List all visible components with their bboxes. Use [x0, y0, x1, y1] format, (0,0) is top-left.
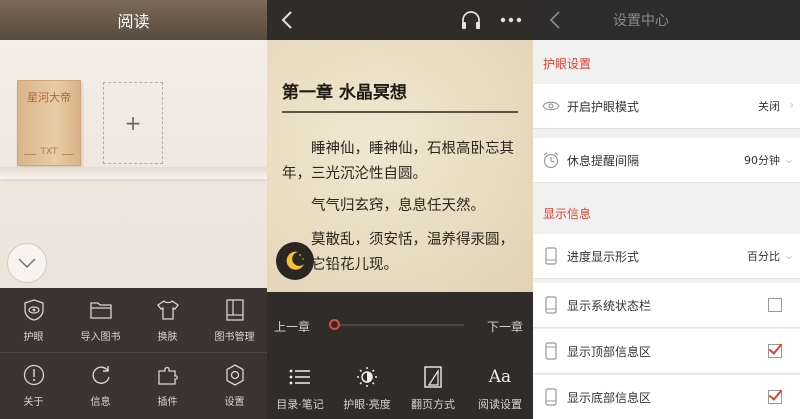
row-value: 关闭: [758, 100, 780, 113]
row-label: 显示顶部信息区: [567, 345, 652, 359]
prev-chapter-button[interactable]: 上一章: [274, 318, 310, 335]
menu-item-plugins[interactable]: 插件: [134, 353, 201, 417]
menu-item-book-manage[interactable]: 图书管理: [201, 288, 267, 352]
menu-item-skin[interactable]: 换肤: [134, 288, 201, 352]
night-mode-button[interactable]: [276, 242, 314, 280]
checkmark-icon: [768, 386, 783, 401]
menu-item-label: 导入图书: [80, 331, 121, 343]
toolbar-read-settings[interactable]: Aa 阅读设置: [467, 366, 533, 416]
row-show-bottom-info[interactable]: 显示底部信息区: [533, 375, 800, 419]
row-value: 百分比: [747, 250, 780, 263]
checkbox-bottom-info[interactable]: [768, 386, 783, 404]
paragraph: 莫散乱，须安恬，温养得汞圆，等待它铅花儿现。: [282, 232, 514, 273]
row-label: 进度显示形式: [567, 250, 640, 264]
settings-title: 设置中心: [613, 13, 669, 29]
add-book-button[interactable]: +: [103, 82, 163, 164]
info-circle-icon: [22, 363, 46, 387]
menu-item-info[interactable]: 信息: [67, 353, 134, 417]
paragraph: 睡神仙，睡神仙，石根高卧忘其年，三光沉沦性自圆。: [282, 141, 514, 182]
chevron-right-icon: ›: [789, 98, 794, 112]
row-show-top-info[interactable]: 显示顶部信息区: [533, 329, 800, 374]
menu-item-eye-protect[interactable]: 护眼: [0, 288, 67, 352]
eye-shield-icon: [22, 298, 46, 322]
book-type: TXT: [40, 147, 58, 157]
settings-panel: 设置中心 护眼设置 开启护眼模式 关闭 › 休息提醒间隔 90分钟 ⌄ 显示信息…: [533, 0, 800, 419]
list-icon: [288, 366, 312, 388]
chevron-down-icon: ⌄: [783, 248, 794, 262]
library-menu: 护眼 导入图书 换肤 图书管理 关于 信息 插件 设置: [0, 288, 267, 419]
row-label: 休息提醒间隔: [567, 154, 640, 168]
shelf-board: [0, 167, 267, 179]
toolbar-label: 翻页方式: [411, 398, 455, 411]
back-arrow-icon[interactable]: [549, 11, 561, 29]
menu-item-settings[interactable]: 设置: [201, 353, 267, 417]
checkmark-icon: [768, 340, 783, 355]
toolbar-label: 护眼·亮度: [343, 398, 391, 411]
phone-icon: [541, 341, 561, 361]
menu-item-label: 图书管理: [214, 331, 255, 343]
moon-icon: [286, 251, 304, 270]
menu-item-import[interactable]: 导入图书: [67, 288, 134, 352]
checkbox-top-info[interactable]: [768, 340, 783, 358]
row-label: 开启护眼模式: [567, 100, 640, 114]
chapter-title: 第一章 水晶冥想: [282, 83, 407, 103]
menu-item-about[interactable]: 关于: [0, 353, 67, 417]
next-chapter-button[interactable]: 下一章: [487, 318, 523, 335]
phone-icon: [541, 295, 561, 315]
menu-item-label: 关于: [23, 396, 44, 408]
phone-icon: [541, 246, 561, 266]
chapter-title-rule: [282, 111, 518, 113]
eye-icon: [541, 96, 561, 116]
back-arrow-icon[interactable]: [281, 11, 293, 29]
alarm-clock-icon: [541, 150, 561, 170]
toolbar-page-turn[interactable]: 翻页方式: [400, 366, 466, 416]
menu-item-label: 设置: [224, 396, 245, 408]
brightness-icon: [355, 366, 379, 388]
reader-top-bar: [267, 0, 533, 40]
row-label: 显示底部信息区: [567, 391, 652, 405]
plus-icon: +: [124, 111, 142, 135]
row-eye-mode[interactable]: 开启护眼模式 关闭 ›: [533, 84, 800, 129]
book-title: 星河大帝: [27, 91, 71, 104]
menu-item-label: 插件: [157, 396, 178, 408]
row-progress-format[interactable]: 进度显示形式 百分比 ⌄: [533, 234, 800, 279]
chevron-down-icon: [18, 258, 36, 268]
row-rest-reminder[interactable]: 休息提醒间隔 90分钟 ⌄: [533, 138, 800, 183]
folder-icon: [89, 298, 113, 322]
toolbar-label: 目录·笔记: [276, 398, 324, 411]
tshirt-icon: [156, 298, 180, 322]
row-value: 90分钟: [744, 154, 780, 167]
toolbar-label: 阅读设置: [478, 398, 522, 411]
menu-item-label: 换肤: [157, 331, 178, 343]
puzzle-icon: [156, 363, 180, 387]
section-title-display: 显示信息: [543, 207, 592, 221]
library-panel: 阅读 星河大帝 TXT + 护眼 导入图书 换肤 图书管理 关于 信息 插件 设…: [0, 0, 267, 419]
book-manage-icon: [223, 298, 247, 322]
toolbar-toc-notes[interactable]: 目录·笔记: [267, 366, 333, 416]
more-icon[interactable]: [500, 17, 522, 23]
checkbox-status-bar[interactable]: [768, 298, 782, 312]
library-title: 阅读: [117, 12, 150, 31]
progress-track[interactable]: [331, 324, 464, 326]
toolbar-brightness[interactable]: 护眼·亮度: [334, 366, 400, 416]
settings-top-bar: 设置中心: [533, 0, 800, 40]
section-title-eye: 护眼设置: [543, 57, 592, 71]
menu-item-label: 信息: [90, 396, 111, 408]
progress-slider-knob[interactable]: [329, 319, 340, 330]
row-show-status-bar[interactable]: 显示系统状态栏: [533, 283, 800, 328]
phone-icon: [541, 387, 561, 407]
book-cover[interactable]: 星河大帝 TXT: [17, 80, 81, 166]
headphones-icon[interactable]: [460, 9, 482, 31]
page-turn-icon: [421, 366, 445, 388]
chevron-down-icon: ⌄: [783, 152, 794, 166]
refresh-icon: [89, 363, 113, 387]
menu-item-label: 护眼: [23, 331, 44, 343]
collapse-menu-button[interactable]: [7, 243, 47, 283]
font-icon: Aa: [488, 367, 512, 387]
reader-panel: 第一章 水晶冥想 睡神仙，睡神仙，石根高卧忘其年，三光沉沦性自圆。 气气归玄窍，…: [267, 0, 533, 419]
gear-icon: [223, 363, 247, 387]
paragraph: 气气归玄窍，息息任天然。: [311, 198, 485, 214]
row-label: 显示系统状态栏: [567, 299, 652, 313]
library-title-bar: 阅读: [0, 0, 267, 40]
